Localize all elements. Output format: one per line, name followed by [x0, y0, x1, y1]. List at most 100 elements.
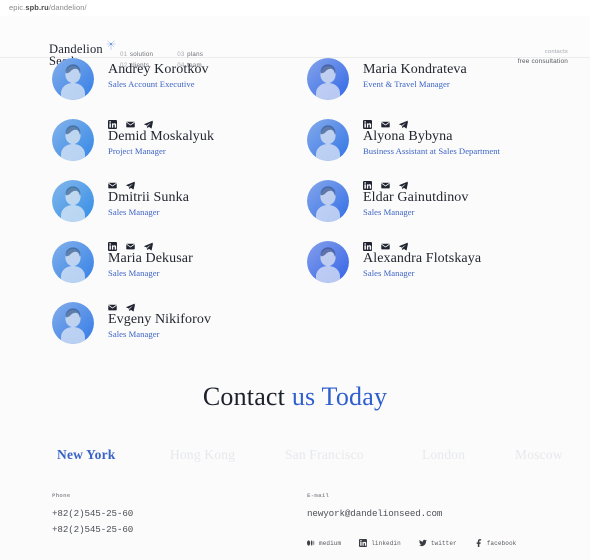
- member-name: Maria Kondrateva: [363, 62, 467, 77]
- url-domain: spb.ru: [25, 3, 49, 12]
- city-tab-moscow[interactable]: Moscow: [515, 447, 563, 463]
- telegram-icon[interactable]: [399, 181, 408, 190]
- mail-icon[interactable]: [381, 181, 390, 190]
- city-tab-hong-kong[interactable]: Hong Kong: [170, 447, 235, 463]
- email-column: E-mail newyork@dandelionseed.com: [307, 492, 442, 519]
- telegram-icon[interactable]: [144, 242, 153, 251]
- telegram-icon[interactable]: [399, 120, 408, 129]
- member-role: Sales Manager: [108, 207, 160, 217]
- avatar: [52, 58, 94, 100]
- footer-social-linkedin[interactable]: linkedin: [359, 539, 401, 547]
- member-role: Sales Manager: [363, 268, 415, 278]
- member-name: Eldar Gainutdinov: [363, 190, 469, 205]
- phone-value-2[interactable]: +82(2)545-25-60: [52, 524, 133, 535]
- member-role: Business Assistant at Sales Department: [363, 146, 500, 156]
- footer-social-label: facebook: [486, 539, 517, 547]
- member-role: Sales Manager: [108, 268, 160, 278]
- avatar: [307, 180, 349, 222]
- mail-icon[interactable]: [108, 181, 117, 190]
- footer-social-medium[interactable]: medium: [307, 539, 341, 547]
- city-tab-san-francisco[interactable]: San Francisco: [285, 447, 364, 463]
- city-tab-london[interactable]: London: [422, 447, 465, 463]
- nav-item-solution[interactable]: 01 solution: [120, 51, 153, 58]
- member-social-icons: [108, 180, 135, 190]
- mail-icon[interactable]: [126, 242, 135, 251]
- page-root: epic.spb.ru/dandelion/ Dandelion Seed 01…: [0, 0, 590, 560]
- member-social-icons: [363, 180, 408, 190]
- member-name: Alyona Bybyna: [363, 129, 453, 144]
- contact-heading: Contact us Today: [0, 382, 590, 412]
- member-social-icons: [108, 302, 135, 312]
- team-member-card[interactable]: Alexandra Flotskaya Sales Manager: [307, 241, 565, 297]
- avatar: [307, 58, 349, 100]
- nav-num: 03: [177, 51, 185, 58]
- team-member-card[interactable]: Evgeny Nikiforov Sales Manager: [52, 302, 310, 358]
- member-social-icons: [363, 119, 408, 129]
- member-role: Sales Account Executive: [108, 79, 195, 89]
- linkedin-icon[interactable]: [108, 241, 117, 251]
- url-prefix: epic.: [9, 3, 26, 12]
- footer-social-facebook[interactable]: facebook: [475, 539, 517, 547]
- site-header: Dandelion Seed 01solution 02clients 03pl…: [0, 16, 590, 69]
- browser-url-bar[interactable]: epic.spb.ru/dandelion/: [0, 0, 590, 16]
- linkedin-icon[interactable]: [363, 119, 372, 129]
- avatar-image: [52, 180, 94, 222]
- avatar: [52, 241, 94, 283]
- footer-social-links: medium linkedin twitter facebook: [307, 539, 516, 547]
- city-tabs: New York Hong Kong San Francisco London Mosc…: [57, 447, 567, 467]
- mail-icon[interactable]: [381, 242, 390, 251]
- avatar: [307, 119, 349, 161]
- linkedin-icon[interactable]: [108, 119, 117, 129]
- header-contacts-label[interactable]: contacts: [518, 49, 568, 55]
- team-grid: Andrey Korotkov Sales Account Executive Ma…: [0, 58, 590, 346]
- member-name: Demid Moskalyuk: [108, 129, 215, 144]
- facebook-icon: [475, 539, 483, 547]
- member-social-icons: [363, 241, 408, 251]
- url-path: /dandelion/: [48, 3, 87, 12]
- linkedin-icon[interactable]: [363, 241, 372, 251]
- member-name: Dmitrii Sunka: [108, 190, 190, 205]
- team-member-card[interactable]: Andrey Korotkov Sales Account Executive: [52, 58, 310, 114]
- avatar-image: [52, 58, 94, 100]
- contact-heading-blue: us Today: [291, 382, 388, 411]
- team-member-card[interactable]: Dmitrii Sunka Sales Manager: [52, 180, 310, 236]
- member-name: Andrey Korotkov: [108, 62, 209, 77]
- member-role: Project Manager: [108, 146, 166, 156]
- linkedin-icon[interactable]: [363, 180, 372, 190]
- team-member-card[interactable]: Eldar Gainutdinov Sales Manager: [307, 180, 565, 236]
- nav-label: plans: [187, 51, 204, 58]
- telegram-icon[interactable]: [399, 242, 408, 251]
- member-name: Evgeny Nikiforov: [108, 312, 212, 327]
- telegram-icon[interactable]: [126, 181, 135, 190]
- member-role: Event & Travel Manager: [363, 79, 450, 89]
- mail-icon[interactable]: [108, 303, 117, 312]
- team-member-card[interactable]: Maria Dekusar Sales Manager: [52, 241, 310, 297]
- mail-icon[interactable]: [381, 120, 390, 129]
- member-social-icons: [108, 119, 153, 129]
- footer-social-twitter[interactable]: twitter: [418, 539, 457, 547]
- phone-column: Phone +82(2)545-25-60 +82(2)545-25-60: [52, 492, 133, 535]
- avatar: [52, 119, 94, 161]
- mail-icon[interactable]: [126, 120, 135, 129]
- avatar-image: [307, 180, 349, 222]
- phone-label: Phone: [52, 492, 71, 499]
- linkedin-icon: [359, 539, 368, 547]
- avatar-image: [307, 119, 349, 161]
- avatar-image: [307, 241, 349, 283]
- team-member-card[interactable]: Maria Kondrateva Event & Travel Manager: [307, 58, 565, 114]
- team-member-card[interactable]: Demid Moskalyuk Project Manager: [52, 119, 310, 175]
- city-tab-new-york[interactable]: New York: [57, 447, 115, 463]
- footer-social-label: linkedin: [371, 539, 401, 547]
- telegram-icon[interactable]: [126, 303, 135, 312]
- avatar-image: [52, 241, 94, 283]
- email-value[interactable]: newyork@dandelionseed.com: [307, 508, 442, 519]
- team-member-card[interactable]: Alyona Bybyna Business Assistant at Sales…: [307, 119, 565, 175]
- nav-item-plans[interactable]: 03 plans: [177, 51, 203, 58]
- twitter-icon: [418, 539, 427, 547]
- avatar-image: [52, 119, 94, 161]
- avatar: [52, 302, 94, 344]
- telegram-icon[interactable]: [144, 120, 153, 129]
- avatar: [307, 241, 349, 283]
- phone-value-1[interactable]: +82(2)545-25-60: [52, 508, 133, 519]
- email-label: E-mail: [307, 492, 330, 499]
